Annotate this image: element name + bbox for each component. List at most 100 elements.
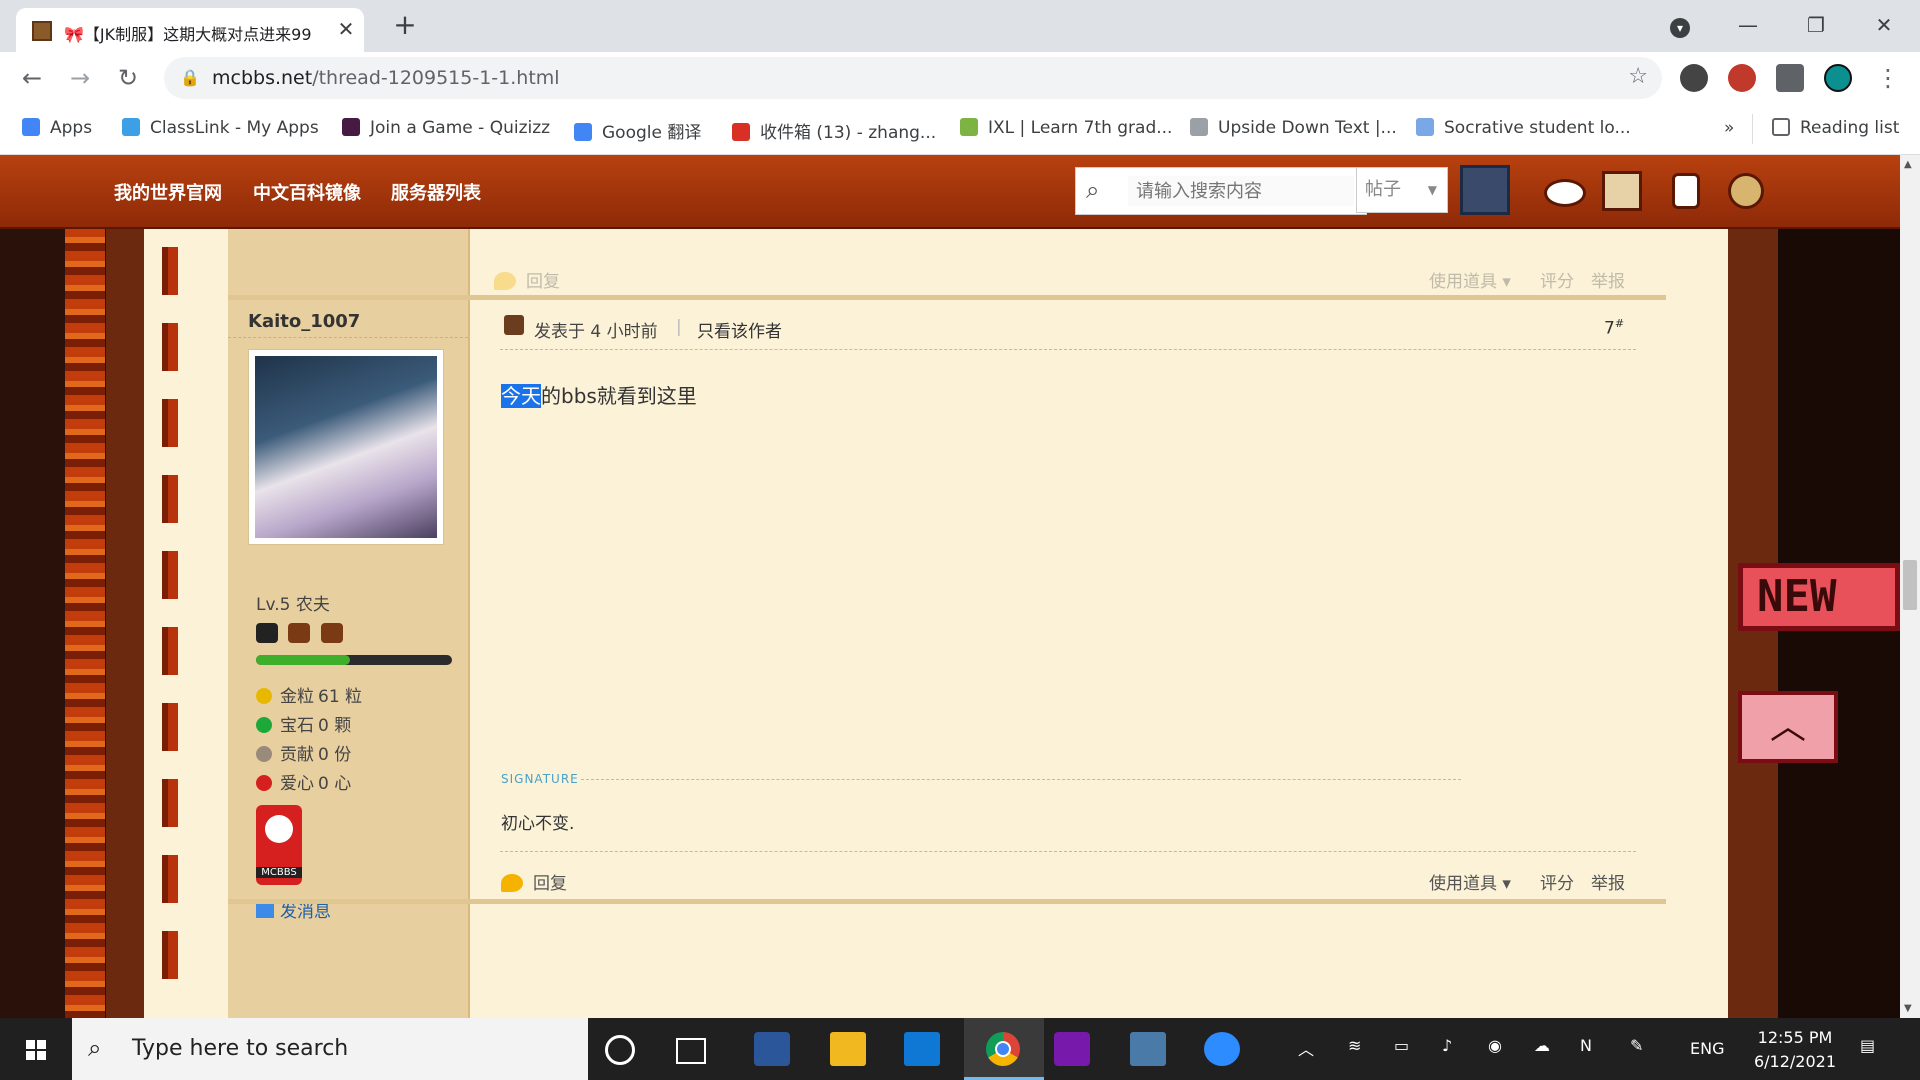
bookmark-classlink[interactable]: ClassLink - My Apps — [122, 118, 319, 140]
floor-number[interactable]: 7# — [1604, 317, 1624, 339]
scroll-down-icon[interactable]: ▼ — [1904, 1003, 1912, 1014]
web-page: Kaito_1007 Lv.5 农夫 金粒 61 粒 宝石 0 颗 贡献 0 份 爱心… — [0, 155, 1900, 1018]
bookmark-upside-down-text[interactable]: Upside Down Text |... — [1190, 118, 1397, 140]
reload-icon[interactable]: ↻ — [112, 62, 144, 94]
reply-button[interactable]: 回复 — [494, 267, 560, 292]
level-icons — [256, 623, 343, 647]
close-tab-icon[interactable]: ✕ — [334, 17, 358, 41]
tray-chevron-up-icon[interactable]: ︿ — [1298, 1036, 1314, 1060]
bookmark-google-translate[interactable]: Google 翻译 — [574, 118, 701, 143]
cookie-menu-icon[interactable] — [1724, 169, 1768, 213]
mail-icon — [256, 904, 274, 918]
signature-label: SIGNATURE — [501, 772, 579, 786]
mail-app-icon[interactable] — [904, 1032, 940, 1066]
search-icon[interactable]: ⌕ — [1086, 176, 1099, 204]
windows-start-icon[interactable] — [0, 1018, 72, 1080]
tab-strip: 🎀【JK制服】这期大概对点进来99 ✕ + ▾ — ❐ ✕ — [0, 0, 1920, 52]
extension-icon[interactable] — [1680, 64, 1708, 92]
new-tab-button[interactable]: + — [390, 10, 420, 40]
minimize-button[interactable]: — — [1728, 10, 1768, 40]
scrollbar-thumb[interactable] — [1903, 560, 1917, 610]
user-avatar[interactable] — [1460, 165, 1510, 215]
address-bar[interactable]: 🔒 mcbbs.net/thread-1209515-1-1.html ☆ — [164, 57, 1662, 99]
report-button[interactable]: 举报 — [1591, 869, 1625, 894]
file-explorer-icon[interactable] — [830, 1032, 866, 1066]
bookmark-quizizz[interactable]: Join a Game - Quizizz — [342, 118, 550, 140]
taskbar-search[interactable]: ⌕ Type here to search — [72, 1018, 588, 1080]
report-button[interactable]: 举报 — [1591, 267, 1625, 292]
nav-minecraft-official[interactable]: 我的世界官网 — [114, 179, 222, 205]
use-item-button[interactable]: 使用道具 ▾ — [1429, 869, 1511, 894]
close-window-button[interactable]: ✕ — [1864, 10, 1904, 40]
input-language[interactable]: ENG — [1690, 1039, 1724, 1058]
avatar[interactable] — [248, 349, 444, 545]
nav-server-list[interactable]: 服务器列表 — [391, 179, 481, 205]
calculator-icon[interactable] — [1130, 1032, 1166, 1066]
selected-text: 今天 — [501, 384, 541, 408]
post-time: 发表于 4 小时前 — [534, 322, 658, 342]
side-marks — [144, 227, 234, 1018]
author-name[interactable]: Kaito_1007 — [248, 311, 360, 332]
chrome-taskbar-button[interactable] — [964, 1018, 1044, 1080]
edge-icon[interactable]: ◉ — [1488, 1036, 1502, 1055]
bookmark-apps[interactable]: Apps — [22, 118, 92, 140]
nav-wiki-mirror[interactable]: 中文百科镜像 — [253, 179, 361, 205]
menu-kebab-icon[interactable]: ⋮ — [1872, 62, 1904, 94]
tab-title: 🎀【JK制服】这期大概对点进来99 — [64, 25, 312, 44]
signature-text: 初心不变. — [501, 814, 575, 834]
lock-icon[interactable]: 🔒 — [180, 68, 200, 87]
pen-icon[interactable]: ✎ — [1630, 1036, 1643, 1055]
wifi-icon[interactable]: ≋ — [1348, 1036, 1361, 1055]
post-body: 今天的bbs就看到这里 — [501, 384, 697, 408]
rate-button[interactable]: 评分 — [1540, 869, 1574, 894]
onenote-tray-icon[interactable]: N — [1580, 1036, 1592, 1055]
tab-search-icon[interactable]: ▾ — [1660, 10, 1700, 40]
browser-toolbar: ← → ↻ 🔒 mcbbs.net/thread-1209515-1-1.htm… — [0, 52, 1920, 104]
action-center-icon[interactable]: ▤ — [1860, 1036, 1875, 1055]
forward-icon[interactable]: → — [64, 62, 96, 94]
crafting-table-icon[interactable] — [1600, 169, 1644, 213]
notifications-icon[interactable] — [1540, 169, 1586, 213]
bookmark-ixl[interactable]: IXL | Learn 7th grad... — [960, 118, 1172, 140]
post-icon — [504, 315, 524, 335]
rate-button[interactable]: 评分 — [1540, 267, 1574, 292]
bookmark-socrative[interactable]: Socrative student lo... — [1416, 118, 1631, 140]
lava-decoration — [65, 227, 105, 1018]
back-icon[interactable]: ← — [16, 62, 48, 94]
more-bookmarks-button[interactable]: » — [1724, 118, 1734, 140]
reply-bubble-icon — [501, 874, 523, 892]
restore-button[interactable]: ❐ — [1796, 10, 1836, 40]
gmail-icon — [732, 123, 750, 141]
profile-avatar[interactable] — [1824, 64, 1852, 92]
gold-nugget-icon — [256, 688, 272, 704]
reading-list-button[interactable]: Reading list — [1772, 118, 1899, 140]
mcbbs-badge[interactable]: MCBBS — [256, 805, 302, 885]
stat-gold: 金粒 61 粒 — [256, 682, 362, 707]
use-item-button[interactable]: 使用道具 ▾ — [1429, 267, 1511, 292]
back-to-top-arrow-icon[interactable]: ︿ — [1738, 691, 1838, 763]
onedrive-icon[interactable]: ☁ — [1534, 1036, 1550, 1055]
puzzle-extensions-icon[interactable] — [1776, 64, 1804, 92]
potion-icon[interactable] — [1664, 169, 1708, 213]
extension-icon[interactable] — [1728, 64, 1756, 92]
search-input[interactable] — [1128, 176, 1354, 206]
onenote-icon[interactable] — [1054, 1032, 1090, 1066]
reply-button[interactable]: 回复 — [501, 869, 567, 894]
scroll-up-icon[interactable]: ▲ — [1904, 159, 1912, 170]
volume-icon[interactable]: ♪ — [1442, 1036, 1452, 1055]
word-icon[interactable] — [754, 1032, 790, 1066]
task-view-icon[interactable] — [676, 1038, 706, 1064]
browser-tab[interactable]: 🎀【JK制服】这期大概对点进来99 ✕ — [16, 8, 364, 52]
battery-icon[interactable]: ▭ — [1394, 1036, 1409, 1055]
bookmark-star-icon[interactable]: ☆ — [1628, 64, 1648, 89]
zoom-icon[interactable] — [1204, 1032, 1240, 1066]
url-text[interactable]: mcbbs.net/thread-1209515-1-1.html — [212, 67, 560, 89]
post-separator — [228, 899, 1666, 904]
cortana-icon[interactable] — [605, 1035, 635, 1065]
search-icon: ⌕ — [88, 1034, 102, 1062]
only-author-link[interactable]: 只看该作者 — [697, 317, 782, 342]
new-badge[interactable]: NEW — [1738, 563, 1900, 631]
clock[interactable]: 12:55 PM 6/12/2021 — [1750, 1026, 1840, 1074]
bookmark-gmail[interactable]: 收件箱 (13) - zhang... — [732, 118, 936, 143]
search-type-select[interactable]: 帖子 ▼ — [1356, 167, 1448, 213]
